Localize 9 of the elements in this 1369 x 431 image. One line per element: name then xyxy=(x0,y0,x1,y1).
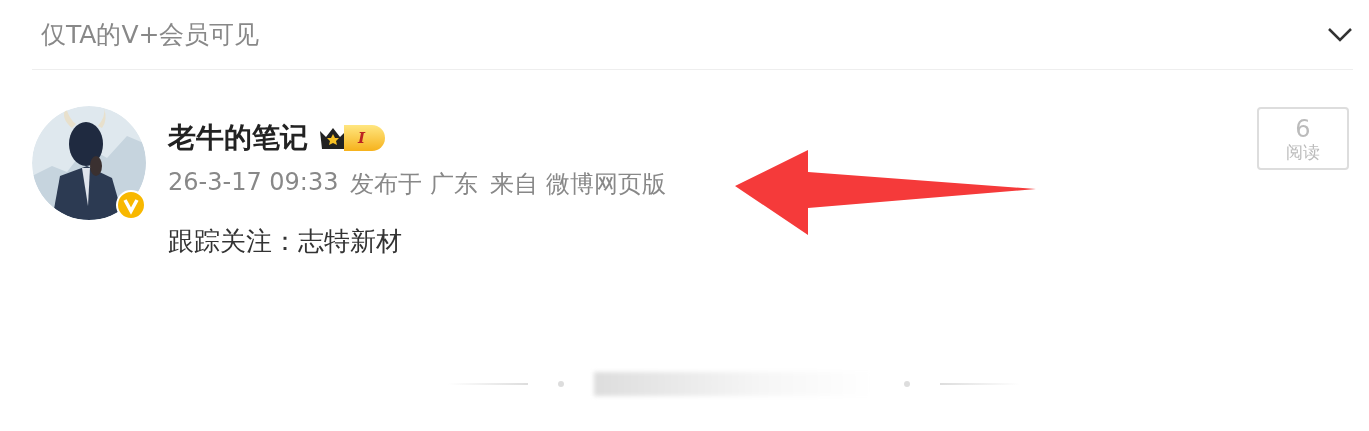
visibility-label: 仅TA的V+会员可见 xyxy=(41,19,260,51)
author-name[interactable]: 老牛的笔记 xyxy=(168,119,308,157)
post-time: 26-3-17 09:33 xyxy=(168,168,339,198)
post-text: 跟踪关注：志特新材 xyxy=(168,225,403,258)
post-source: 来自 微博网页版 xyxy=(490,169,666,200)
verified-badge-icon xyxy=(116,190,146,220)
post-location: 发布于 广东 xyxy=(350,169,479,200)
read-count-box: 6 阅读 xyxy=(1257,107,1349,170)
chevron-down-icon[interactable] xyxy=(1327,26,1353,43)
